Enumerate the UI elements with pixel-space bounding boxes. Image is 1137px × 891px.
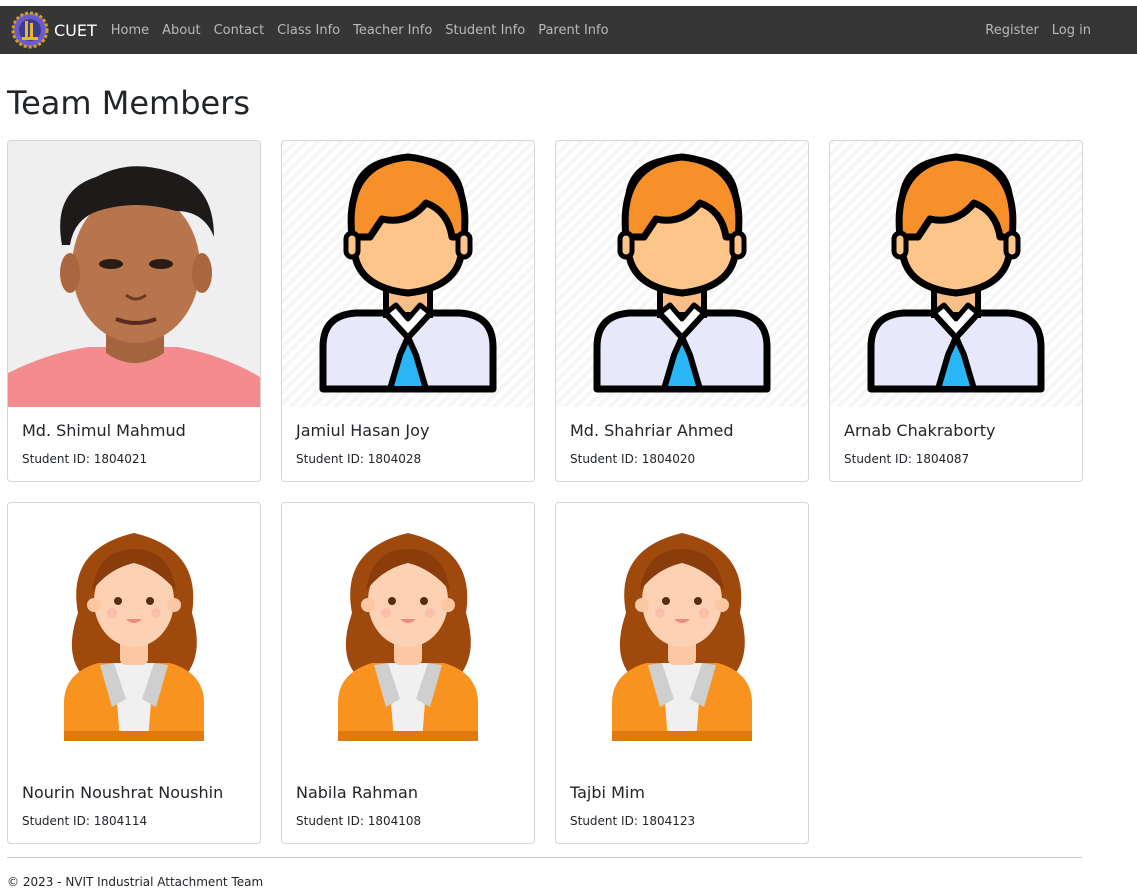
member-student-id: Student ID: 1804020 — [570, 452, 696, 466]
main-nav: Home About Contact Class Info Teacher In… — [111, 23, 622, 38]
footer-text: © 2023 - NVIT Industrial Attachment Team — [7, 875, 264, 889]
member-name: Md. Shimul Mahmud — [22, 421, 186, 440]
auth-nav: Register Log in — [972, 23, 1091, 38]
female-avatar-icon — [282, 503, 534, 769]
member-card: Tajbi Mim Student ID: 1804123 — [555, 502, 809, 844]
brand[interactable]: CUET — [10, 10, 97, 50]
nav-student-info[interactable]: Student Info — [445, 23, 525, 38]
nav-class-info[interactable]: Class Info — [277, 23, 340, 38]
member-name: Tajbi Mim — [570, 783, 645, 802]
member-student-id: Student ID: 1804108 — [296, 814, 422, 828]
male-avatar-icon — [556, 141, 808, 407]
member-student-id: Student ID: 1804087 — [844, 452, 970, 466]
brand-name: CUET — [54, 20, 97, 40]
navbar: CUET Home About Contact Class Info Teach… — [0, 6, 1137, 54]
male-avatar-icon — [830, 141, 1082, 407]
member-student-id: Student ID: 1804028 — [296, 452, 422, 466]
male-avatar-icon — [282, 141, 534, 407]
team-grid: Md. Shimul Mahmud Student ID: 1804021 Ja… — [7, 140, 1083, 844]
member-card: Arnab Chakraborty Student ID: 1804087 — [829, 140, 1083, 482]
member-student-id: Student ID: 1804114 — [22, 814, 148, 828]
cuet-logo-icon — [11, 11, 49, 49]
nav-teacher-info[interactable]: Teacher Info — [353, 23, 432, 38]
member-card: Nabila Rahman Student ID: 1804108 — [281, 502, 535, 844]
nav-home[interactable]: Home — [111, 23, 149, 38]
member-name: Md. Shahriar Ahmed — [570, 421, 734, 440]
nav-parent-info[interactable]: Parent Info — [538, 23, 608, 38]
member-student-id: Student ID: 1804123 — [570, 814, 696, 828]
member-name: Arnab Chakraborty — [844, 421, 996, 440]
member-card: Nourin Noushrat Noushin Student ID: 1804… — [7, 502, 261, 844]
member-card: Md. Shahriar Ahmed Student ID: 1804020 — [555, 140, 809, 482]
member-card: Jamiul Hasan Joy Student ID: 1804028 — [281, 140, 535, 482]
member-name: Jamiul Hasan Joy — [296, 421, 430, 440]
nav-about[interactable]: About — [162, 23, 200, 38]
female-avatar-icon — [8, 503, 260, 769]
page-title: Team Members — [7, 84, 251, 122]
footer-divider — [7, 857, 1082, 858]
female-avatar-icon — [556, 503, 808, 769]
member-card: Md. Shimul Mahmud Student ID: 1804021 — [7, 140, 261, 482]
member-name: Nabila Rahman — [296, 783, 418, 802]
member-name: Nourin Noushrat Noushin — [22, 783, 224, 802]
member-photo — [8, 141, 260, 407]
login-link[interactable]: Log in — [1052, 23, 1091, 38]
nav-contact[interactable]: Contact — [214, 23, 265, 38]
member-student-id: Student ID: 1804021 — [22, 452, 148, 466]
register-link[interactable]: Register — [985, 23, 1039, 38]
